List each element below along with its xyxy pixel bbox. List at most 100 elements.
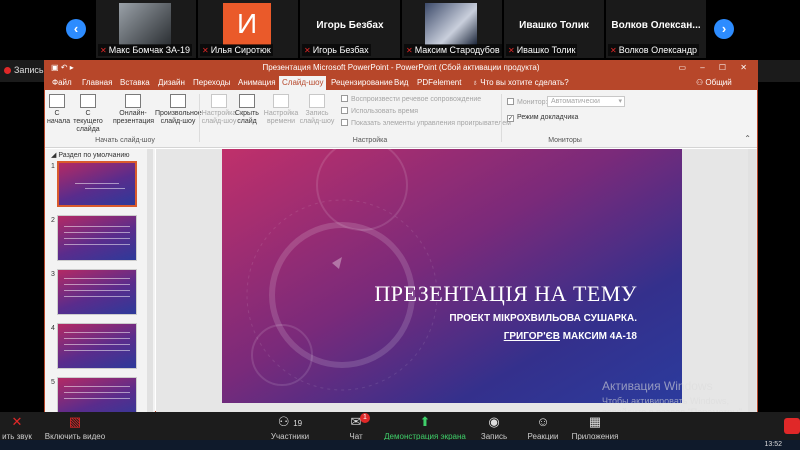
slide-number: 5 — [51, 379, 55, 386]
participant-gallery: ‹ ✕ Макс Бомчак ЗА-19 И ✕ Илья Сиротюк Иго… — [0, 0, 800, 60]
monitor-icon — [507, 98, 514, 105]
end-meeting-button[interactable] — [784, 418, 800, 434]
participant-display-name: Ивашко Толик — [519, 20, 589, 31]
windows-activation-title: Активация Windows — [602, 379, 713, 393]
slide-thumbnail-pane: ◢ Раздел по умолчанию 1 2 3 4 5 — [45, 149, 155, 412]
thumbnail-scrollbar[interactable] — [147, 149, 153, 412]
button-label: С начала — [47, 110, 71, 125]
share-screen-button[interactable]: ⬆ Демонстрация экрана — [384, 414, 466, 441]
participant-display-name: Игорь Безбах — [316, 20, 384, 31]
slide-number: 4 — [51, 325, 55, 332]
custom-slideshow-button[interactable]: Произвольное слайд-шоу — [155, 94, 202, 126]
monitor-label: Монитор: — [507, 98, 547, 106]
section-header[interactable]: ◢ Раздел по умолчанию — [51, 151, 130, 159]
hide-slide-icon — [239, 94, 255, 108]
chat-button[interactable]: ✉ 1 Чат — [344, 413, 370, 441]
setup-slideshow-button[interactable]: Настройка слайд-шоу — [201, 94, 237, 126]
current-slide[interactable]: ПРЕЗЕНТАЦІЯ НА ТЕМУ ПРОЕКТ МІКРОХВИЛЬОВА… — [222, 149, 682, 403]
share-button[interactable]: ⚇ Общий доступ — [693, 76, 757, 100]
author-rest: МАКСИМ 4А-18 — [559, 331, 637, 342]
chevron-left-icon[interactable]: ‹ — [66, 19, 86, 39]
muted-mic-icon: ✕ — [202, 46, 209, 55]
use-timings-checkbox[interactable]: Использовать время — [341, 107, 418, 115]
narrations-checkbox[interactable]: Воспроизвести речевое сопровождение — [341, 95, 481, 103]
group-label-start: Начать слайд-шоу — [95, 137, 155, 144]
record-slideshow-button[interactable]: Запись слайд-шоу — [299, 94, 335, 126]
start-video-button[interactable]: ▧ Включить видео — [44, 414, 106, 441]
thumb-text-line — [64, 350, 130, 351]
title-bar: ▣ ↶ ▸ Презентация Microsoft PowerPoint -… — [45, 61, 757, 74]
participant-tile-3[interactable]: Игорь Безбах ✕ Игорь Безбах — [300, 0, 400, 58]
tab-home[interactable]: Главная — [79, 76, 115, 90]
tab-pdfelement[interactable]: PDFelement — [414, 76, 464, 90]
slide-editing-area: ПРЕЗЕНТАЦІЯ НА ТЕМУ ПРОЕКТ МІКРОХВИЛЬОВА… — [156, 149, 757, 412]
share-screen-icon: ⬆ — [419, 414, 431, 429]
participants-button[interactable]: ⚇ 19 Участники — [270, 414, 310, 441]
system-clock: 13:52 — [764, 441, 782, 448]
window-controls[interactable]: ▭ – ☐ ✕ — [678, 61, 753, 74]
from-beginning-button[interactable]: С начала — [47, 94, 71, 126]
tab-review[interactable]: Рецензирование — [328, 76, 396, 90]
tab-insert[interactable]: Вставка — [117, 76, 153, 90]
participant-tile-1[interactable]: ✕ Макс Бомчак ЗА-19 — [96, 0, 196, 58]
group-label-setup: Настройка — [352, 137, 388, 144]
ribbon-tabs: Файл Главная Вставка Дизайн Переходы Ани… — [45, 74, 757, 100]
tab-animations[interactable]: Анимация — [235, 76, 279, 90]
tell-me-box[interactable]: ♁ Что вы хотите сделать? — [469, 76, 572, 90]
tab-slideshow[interactable]: Слайд-шоу — [279, 76, 327, 90]
tab-design[interactable]: Дизайн — [155, 76, 188, 90]
chat-badge: 1 — [360, 413, 370, 423]
participant-tile-6[interactable]: Волков Олексан... ✕ Волков Олександр — [606, 0, 706, 58]
participant-name: Максим Стародубов — [414, 45, 500, 55]
slide-title: ПРЕЗЕНТАЦІЯ НА ТЕМУ — [374, 281, 637, 306]
slide-thumbnail-4[interactable] — [57, 323, 137, 369]
tab-transitions[interactable]: Переходы — [190, 76, 234, 90]
setup-icon — [211, 94, 227, 108]
thumb-text-line — [64, 398, 130, 399]
slide-thumbnail-1[interactable] — [57, 161, 137, 207]
chevron-down-icon: ▾ — [618, 98, 622, 105]
from-current-button[interactable]: С текущего слайда — [71, 94, 105, 134]
media-controls-checkbox[interactable]: Показать элементы управления проигрывате… — [341, 119, 511, 127]
chevron-right-icon[interactable]: › — [714, 19, 734, 39]
reactions-button[interactable]: ☺ Реакции — [526, 414, 560, 441]
collapse-ribbon-icon[interactable]: ⌃ — [744, 134, 751, 143]
thumb-text-line — [64, 226, 130, 227]
apps-button[interactable]: ▦ Приложения — [570, 414, 620, 441]
person-icon: ⚇ — [696, 78, 706, 87]
powerpoint-window: ▣ ↶ ▸ Презентация Microsoft PowerPoint -… — [44, 60, 758, 412]
participant-tile-5[interactable]: Ивашко Толик ✕ Ивашко Толик — [504, 0, 604, 58]
author-surname: ГРИГОР'ЄВ — [503, 331, 560, 342]
presenter-view-checkbox[interactable]: ✓ Режим докладчика — [507, 114, 578, 122]
record-icon: ◉ — [488, 414, 500, 429]
play-icon — [49, 94, 65, 108]
participant-name: Макс Бомчак ЗА-19 — [108, 45, 191, 55]
button-label: Скрыть слайд — [235, 110, 259, 125]
slide-number: 1 — [51, 163, 55, 170]
monitor-label-text: Монитор: — [517, 99, 548, 106]
slide-thumbnail-3[interactable] — [57, 269, 137, 315]
checkbox-label: Режим докладчика — [517, 114, 579, 121]
checkbox-icon — [341, 95, 348, 102]
online-presentation-button[interactable]: Онлайн-презентация — [113, 94, 154, 126]
windows-taskbar — [0, 440, 800, 450]
slide-scrollbar[interactable] — [748, 149, 756, 412]
button-label: Запись слайд-шоу — [299, 110, 335, 125]
thumb-text-line — [64, 296, 130, 297]
tab-view[interactable]: Вид — [391, 76, 411, 90]
participant-tile-4[interactable]: ✕ Максим Стародубов — [402, 0, 502, 58]
button-label: Настройка слайд-шоу — [201, 110, 237, 125]
rehearse-timings-button[interactable]: Настройка времени — [263, 94, 299, 126]
tab-file[interactable]: Файл — [49, 76, 75, 90]
participant-video — [119, 3, 171, 45]
unmute-button[interactable]: ✕ ить звук — [0, 414, 34, 441]
thumb-text-line — [64, 278, 130, 279]
participant-tile-2[interactable]: И ✕ Илья Сиротюк — [198, 0, 298, 58]
monitor-select[interactable]: Автоматически ▾ — [547, 96, 625, 107]
quick-access-toolbar[interactable]: ▣ ↶ ▸ — [51, 61, 74, 74]
hide-slide-button[interactable]: Скрыть слайд — [235, 94, 259, 126]
slide-thumbnail-5[interactable] — [57, 377, 137, 412]
record-button[interactable]: ◉ Запись — [478, 414, 510, 441]
participant-name: Волков Олександр — [618, 45, 698, 55]
slide-thumbnail-2[interactable] — [57, 215, 137, 261]
